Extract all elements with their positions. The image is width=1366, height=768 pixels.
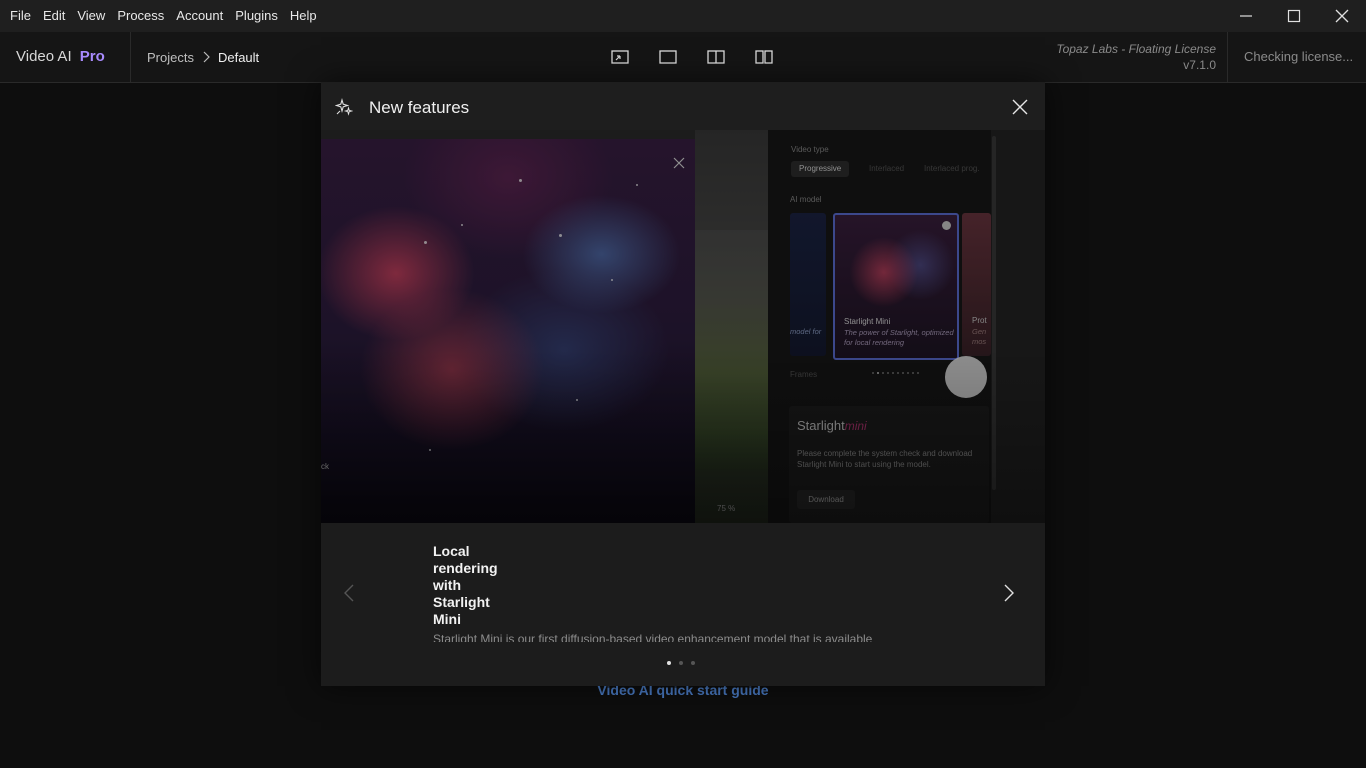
menu-plugins[interactable]: Plugins bbox=[229, 0, 284, 32]
chevron-right-icon bbox=[202, 51, 210, 63]
model-card-right: Prot Gen mos bbox=[962, 213, 991, 356]
view-mode-toolbar bbox=[596, 32, 788, 82]
next-slide-button[interactable] bbox=[1003, 583, 1015, 608]
feature-description: Starlight Mini is our first diffusion-ba… bbox=[433, 632, 873, 642]
model-card-left-desc: model for bbox=[790, 327, 822, 336]
crop-view-button[interactable] bbox=[596, 32, 644, 82]
menu-view[interactable]: View bbox=[71, 0, 111, 32]
video-type-chip-interlaced: Interlaced bbox=[869, 164, 905, 173]
side-by-side-view-button[interactable] bbox=[740, 32, 788, 82]
menu-account[interactable]: Account bbox=[170, 0, 229, 32]
starlight-name: Starlight bbox=[797, 418, 845, 433]
maximize-button[interactable] bbox=[1270, 0, 1318, 32]
app-header: Video AI Pro Projects Default Topaz Labs… bbox=[0, 32, 1366, 83]
feature-title: Local rendering with Starlight Mini bbox=[433, 543, 498, 627]
brand-edition: Pro bbox=[79, 48, 105, 65]
close-icon bbox=[1012, 99, 1028, 115]
ai-model-label: AI model bbox=[790, 195, 822, 204]
feature-media-preview: ck 75 % Video type Progressive Interlace… bbox=[321, 130, 1045, 523]
menu-edit[interactable]: Edit bbox=[37, 0, 71, 32]
minimize-button[interactable] bbox=[1222, 0, 1270, 32]
dialog-header: New features bbox=[321, 82, 1045, 130]
zoom-level: 75 % bbox=[717, 504, 736, 513]
breadcrumb: Projects Default bbox=[147, 32, 259, 82]
download-button-preview: Download bbox=[797, 490, 855, 509]
starlight-title: Starlightmini bbox=[797, 418, 867, 433]
panel-scrollbar bbox=[992, 136, 996, 490]
overlay-caption: ck bbox=[321, 462, 329, 471]
app-brand: Video AI Pro bbox=[16, 32, 105, 82]
landscape-hills bbox=[695, 230, 769, 470]
model-card-desc: The power of Starlight, optimized for lo… bbox=[844, 328, 954, 347]
video-type-chip-interlaced-prog: Interlaced prog. bbox=[924, 164, 980, 173]
breadcrumb-current[interactable]: Default bbox=[218, 50, 259, 65]
breadcrumb-projects[interactable]: Projects bbox=[147, 50, 194, 65]
chevron-left-icon bbox=[344, 584, 354, 602]
starlight-suffix: mini bbox=[844, 419, 867, 433]
header-divider bbox=[130, 32, 131, 82]
cursor-highlight bbox=[945, 356, 987, 398]
starlight-mini-box: Starlightmini Please complete the system… bbox=[789, 406, 989, 523]
menu-help[interactable]: Help bbox=[284, 0, 323, 32]
app-version: v7.1.0 bbox=[1183, 58, 1216, 72]
split-view-button[interactable] bbox=[692, 32, 740, 82]
dialog-title: New features bbox=[369, 98, 470, 117]
menu-file[interactable]: File bbox=[4, 0, 37, 32]
model-card-title: Starlight Mini bbox=[844, 317, 891, 326]
side-by-side-view-icon bbox=[755, 50, 773, 64]
menu-process[interactable]: Process bbox=[111, 0, 170, 32]
model-card-left: model for bbox=[790, 213, 826, 356]
window-controls bbox=[1222, 0, 1366, 32]
close-icon bbox=[673, 156, 685, 174]
slide-dot[interactable] bbox=[667, 661, 671, 665]
video-type-chip-progressive: Progressive bbox=[791, 161, 850, 177]
close-icon bbox=[1335, 9, 1349, 23]
starlight-description: Please complete the system check and dow… bbox=[797, 449, 973, 469]
license-name: Topaz Labs - Floating License bbox=[1056, 42, 1216, 56]
panel-right-edge bbox=[991, 130, 1045, 523]
new-features-dialog: New features ck 75 % Video type Progress… bbox=[321, 82, 1045, 686]
model-card-right-desc: Gen mos bbox=[972, 327, 987, 346]
check-icon bbox=[942, 221, 951, 230]
sparkles-icon bbox=[334, 97, 354, 121]
header-divider-right bbox=[1227, 32, 1228, 82]
dialog-close-button[interactable] bbox=[1009, 96, 1031, 118]
maximize-icon bbox=[1287, 9, 1301, 23]
slide-dot[interactable] bbox=[691, 661, 695, 665]
filter-label: Frames bbox=[790, 370, 818, 379]
license-info: Topaz Labs - Floating License v7.1.0 bbox=[1056, 41, 1216, 73]
slide-dot[interactable] bbox=[679, 661, 683, 665]
brand-name: Video AI bbox=[16, 48, 72, 65]
crop-view-icon bbox=[611, 50, 629, 64]
model-card-starlight-mini: Starlight Mini The power of Starlight, o… bbox=[833, 213, 959, 360]
single-view-button[interactable] bbox=[644, 32, 692, 82]
model-carousel-dots bbox=[872, 372, 919, 374]
minimize-icon bbox=[1240, 15, 1252, 17]
nebula-image bbox=[321, 139, 695, 523]
single-view-icon bbox=[659, 50, 677, 64]
split-view-icon bbox=[707, 50, 725, 64]
settings-panel-screenshot: Video type Progressive Interlaced Interl… bbox=[768, 130, 991, 523]
video-type-label: Video type bbox=[791, 145, 829, 154]
menu-bar: File Edit View Process Account Plugins H… bbox=[0, 0, 1366, 32]
previous-slide-button[interactable] bbox=[343, 583, 355, 608]
chevron-right-icon bbox=[1004, 584, 1014, 602]
feature-caption: Local rendering with Starlight Mini Star… bbox=[321, 523, 1045, 686]
close-window-button[interactable] bbox=[1318, 0, 1366, 32]
license-status[interactable]: Checking license... bbox=[1244, 32, 1353, 82]
model-card-right-title: Prot bbox=[972, 316, 987, 325]
slide-indicator bbox=[667, 661, 695, 665]
